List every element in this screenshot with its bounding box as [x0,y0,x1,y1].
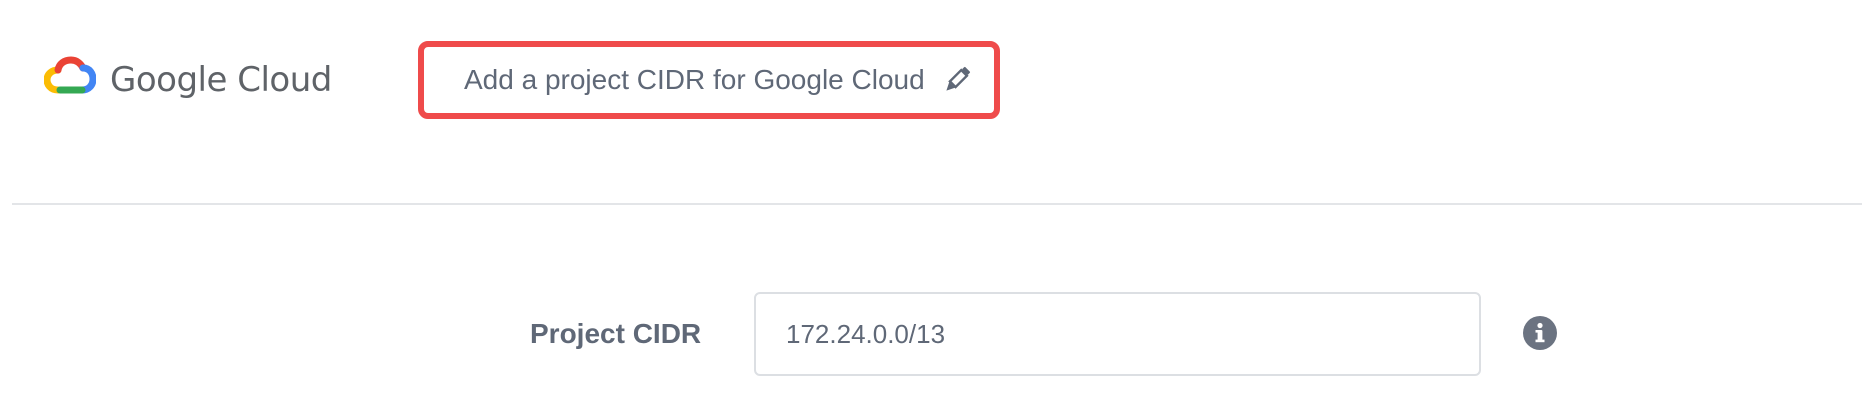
brand-name: Google Cloud [110,59,332,100]
info-icon[interactable] [1523,316,1557,350]
pencil-icon[interactable] [943,66,971,94]
divider [12,203,1862,205]
page-title: Add a project CIDR for Google Cloud [464,64,925,95]
page-title-container: Add a project CIDR for Google Cloud [418,41,1000,119]
brand: Google Cloud [43,56,332,103]
project-cidr-input[interactable] [754,292,1481,376]
project-cidr-label: Project CIDR [530,318,702,349]
google-cloud-logo-icon [43,56,97,103]
